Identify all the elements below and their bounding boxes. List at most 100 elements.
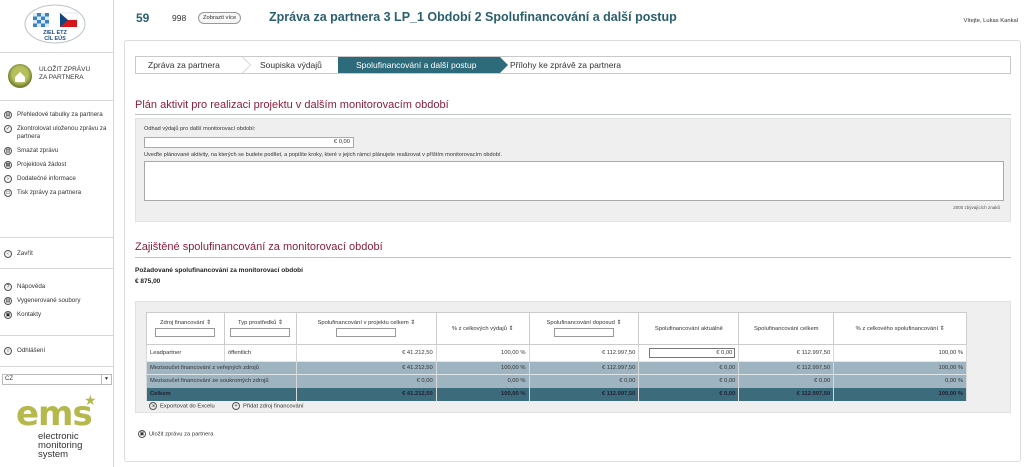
cell: 0,00 %: [435, 374, 530, 388]
col-current: Spolufinancování aktuálně: [638, 312, 740, 345]
menu-check-report[interactable]: ✓ Zkontrolovat uloženou zprávu za partner…: [4, 125, 112, 141]
ems-line3: system: [38, 449, 69, 460]
cell: € 0,00: [638, 374, 740, 388]
col-pct-expenses[interactable]: % z celkových výdajů ⇕: [435, 312, 530, 345]
menu-label: Nápověda: [17, 283, 46, 290]
menu-delete-report[interactable]: ▥ Smazat zprávu: [4, 147, 112, 155]
header-number-1: 59: [136, 11, 150, 25]
menu-overview-tables[interactable]: ▤ Přehledové tabulky za partnera: [4, 111, 112, 119]
welcome-user: Vítejte, Lukas Kankal: [963, 18, 1018, 24]
table-icon: ▤: [4, 111, 12, 119]
required-cofin-value: € 875,00: [135, 278, 161, 285]
cofin-table: Zdroj financování ⇕ Typ prostředků ⇕ Spo…: [146, 312, 967, 401]
cell: € 0,00: [738, 374, 835, 388]
filter-input[interactable]: [336, 328, 397, 337]
main-panel: Zpráva za partnera Soupiska výdajů Spolu…: [124, 40, 1021, 462]
page-title: Zpráva za partnera 3 LP_1 Období 2 Spolu…: [269, 10, 677, 24]
step-attachments[interactable]: Přílohy ke zprávě za partnera: [500, 57, 680, 73]
menu-generated-files[interactable]: ▤ Vygenerované soubory: [4, 297, 112, 305]
menu-label: Tisk zprávy za partnera: [17, 189, 82, 196]
cofin-table-box: Zdroj financování ⇕ Typ prostředků ⇕ Spo…: [135, 301, 1011, 413]
save-label-line2: ZA PARTNERA: [39, 74, 84, 81]
cell: 100,00 %: [435, 344, 530, 362]
filter-input[interactable]: [230, 328, 291, 337]
print-icon: ▭: [4, 189, 12, 197]
menu-label: Kontakty: [17, 311, 42, 318]
info-icon: ›: [4, 175, 12, 183]
table-row-subtotal-private: Mezisoučet financování ze soukromých zdr…: [146, 374, 967, 388]
col-project-total[interactable]: Spolufinancování v projektu celkem ⇕: [295, 312, 437, 345]
cell: Mezisoučet financování z veřejných zdroj…: [146, 361, 297, 375]
char-count: 2000 zbývajících znaků: [953, 205, 1000, 210]
menu-contacts[interactable]: ▣ Kontakty: [4, 311, 112, 319]
step-label: Zpráva za partnera: [148, 60, 220, 70]
required-cofin-label: Požadované spolufinancování za monitorov…: [135, 267, 303, 274]
help-icon: ?: [4, 283, 12, 291]
save-bottom-label: Uložit zprávu za partnera: [149, 431, 214, 438]
export-excel-button[interactable]: ⇲ Exportovat do Excelu: [149, 402, 215, 410]
cell: € 0,00: [528, 374, 640, 388]
save-report-bottom-button[interactable]: ▣ Uložit zprávu za partnera: [138, 430, 213, 438]
save-report-button[interactable]: ULOŽIT ZPRÁVU ZA PARTNERA: [8, 62, 108, 92]
step-label: Soupiska výdajů: [260, 60, 322, 70]
report-menu: ▤ Přehledové tabulky za partnera ✓ Zkontro…: [4, 111, 112, 203]
language-select[interactable]: CZ ▼: [2, 374, 112, 385]
chevron-down-icon: ▼: [101, 375, 111, 384]
estimate-input[interactable]: € 0,00: [144, 137, 354, 148]
add-source-button[interactable]: + Přidat zdroj financování: [232, 402, 304, 410]
table-row-subtotal-public: Mezisoučet financování z veřejných zdroj…: [146, 361, 967, 375]
step-partner-report[interactable]: Zpráva za partnera: [136, 56, 251, 74]
estimate-label: Odhad výdajů pro další monitorovací obdo…: [144, 126, 256, 132]
show-more-button[interactable]: Zobrazit více: [198, 12, 242, 24]
header: 59 998 Zobrazit více Zpráva za partnera …: [114, 0, 1024, 38]
cell: 0,00 %: [833, 374, 967, 388]
ziel-etz-logo: ZIEL ETZ CÍL EÚS: [24, 4, 86, 44]
cell: € 112.997,50: [528, 344, 640, 362]
activities-textarea[interactable]: [144, 161, 1004, 201]
col-so-far[interactable]: Spolufinancování doposud ⇕: [528, 312, 640, 345]
cell: Leadpartner: [146, 344, 225, 362]
menu-logout[interactable]: ○ Odhlášení: [4, 347, 112, 355]
cell: € 112.997,50: [528, 361, 640, 375]
menu-label: Zkontrolovat uloženou zprávu za partnera: [17, 125, 107, 140]
menu-additional-info[interactable]: › Dodatečné informace: [4, 175, 112, 183]
col-pct-cofin[interactable]: % z celkového spolufinancování ⇕: [833, 312, 967, 345]
save-icon: ▣: [138, 430, 146, 438]
step-label: Spolufinancování a další postup: [356, 60, 477, 70]
sidebar: ZIEL ETZ CÍL EÚS ULOŽIT ZPRÁVU ZA PARTNE…: [0, 0, 114, 467]
cell: € 0,00: [638, 361, 740, 375]
table-row: Leadpartner öffentlich € 41.212,50 100,0…: [146, 344, 967, 362]
step-label: Přílohy ke zprávě za partnera: [510, 60, 622, 70]
col-source[interactable]: Zdroj financování ⇕: [146, 312, 225, 345]
menu-close[interactable]: ‹ Zavřít: [4, 250, 112, 258]
filter-input[interactable]: [553, 328, 614, 337]
step-expense-list[interactable]: Soupiska výdajů: [242, 56, 347, 74]
cell: 100,00 %: [435, 361, 530, 375]
menu-help[interactable]: ? Nápověda: [4, 283, 112, 291]
menu-label: Přehledové tabulky za partnera: [17, 111, 103, 118]
cell: € 112.997,50: [738, 387, 835, 401]
menu-label: Dodatečné informace: [17, 175, 76, 182]
delete-icon: ▥: [4, 147, 12, 155]
cell: Mezisoučet financování ze soukromých zdr…: [146, 374, 297, 388]
menu-print-report[interactable]: ▭ Tisk zprávy za partnera: [4, 189, 112, 197]
current-cofin-input[interactable]: € 0,00: [649, 348, 736, 358]
col-type[interactable]: Typ prostředků ⇕: [223, 312, 297, 345]
cell: € 41.212,50: [295, 361, 437, 375]
save-label-line1: ULOŽIT ZPRÁVU: [39, 66, 91, 73]
filter-input[interactable]: [155, 328, 216, 337]
col-total: Spolufinancování celkem: [738, 312, 835, 345]
ems-logo: ems ★ electronic monitoring system: [10, 392, 108, 464]
menu-project-application[interactable]: ▦ Projektová žádost: [4, 161, 112, 169]
menu-label: Smazat zprávu: [17, 147, 59, 154]
cell: € 112.997,50: [738, 361, 835, 375]
activities-label: Uveďte plánované aktivity, na kterých se…: [144, 152, 502, 158]
menu-label: Vygenerované soubory: [17, 297, 81, 304]
header-number-2: 998: [172, 13, 187, 23]
plan-section-title: Plán aktivit pro realizaci projektu v da…: [135, 99, 449, 111]
cell: Celkem: [146, 387, 297, 401]
cell: öffentlich: [223, 344, 297, 362]
cell: 100,00 %: [435, 387, 530, 401]
export-label: Exportovat do Excelu: [160, 403, 215, 410]
step-cofinancing[interactable]: Spolufinancování a další postup: [338, 57, 508, 73]
